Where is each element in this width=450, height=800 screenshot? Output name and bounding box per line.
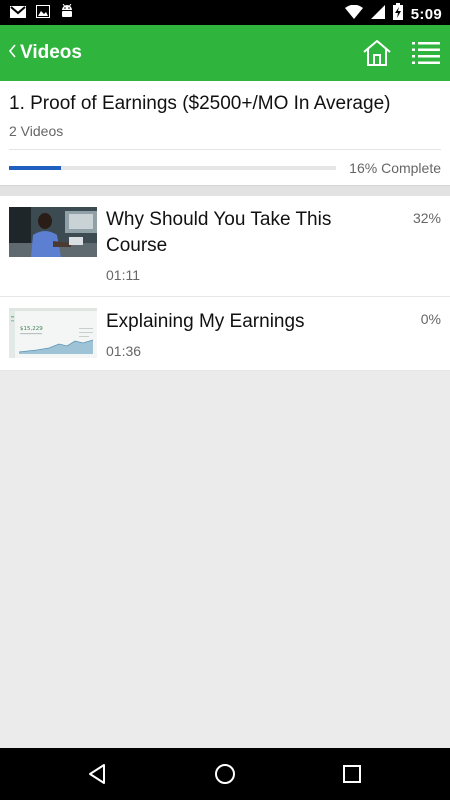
nav-home-button[interactable] bbox=[213, 762, 237, 786]
video-title: Why Should You Take This Course bbox=[106, 209, 332, 256]
video-title: Explaining My Earnings bbox=[106, 311, 305, 332]
gmail-icon bbox=[10, 5, 26, 23]
home-button[interactable] bbox=[362, 39, 392, 67]
video-count: 2 Videos bbox=[9, 123, 64, 139]
section-header: 1. Proof of Earnings ($2500+/MO In Avera… bbox=[0, 81, 450, 185]
progress-fill bbox=[9, 166, 62, 170]
video-duration: 01:36 bbox=[106, 343, 142, 359]
nav-back-button[interactable] bbox=[86, 762, 110, 786]
video-thumbnail bbox=[9, 207, 97, 257]
app-bar: Videos bbox=[0, 25, 450, 81]
home-circle-icon bbox=[213, 764, 237, 790]
recents-square-icon bbox=[340, 765, 364, 790]
thumbnail-text: $15,229 bbox=[20, 326, 43, 332]
battery-charging-icon bbox=[392, 3, 403, 25]
page-title: Videos bbox=[20, 42, 82, 63]
video-list: Why Should You Take This Course 01:11 32… bbox=[0, 196, 450, 371]
chevron-left-icon bbox=[8, 44, 16, 62]
back-triangle-icon bbox=[86, 764, 110, 790]
divider bbox=[0, 185, 450, 196]
system-status-icons: 5:09 bbox=[344, 3, 442, 25]
section-title: 1. Proof of Earnings ($2500+/MO In Avera… bbox=[9, 93, 391, 114]
home-icon bbox=[362, 40, 392, 71]
signal-icon bbox=[370, 4, 385, 24]
progress-label: 16% Complete bbox=[349, 160, 441, 176]
list-item[interactable]: Why Should You Take This Course 01:11 32… bbox=[0, 196, 450, 297]
nav-recents-button[interactable] bbox=[340, 762, 364, 786]
image-icon bbox=[36, 5, 50, 23]
video-progress-percent: 0% bbox=[420, 311, 441, 327]
navigation-bar bbox=[0, 748, 450, 800]
divider bbox=[9, 149, 441, 150]
android-icon bbox=[60, 3, 74, 24]
back-button[interactable]: Videos bbox=[8, 25, 82, 81]
notification-icons bbox=[10, 3, 74, 24]
list-item[interactable]: $15,229 Explaining My Earnings 01:36 0% bbox=[0, 297, 450, 371]
video-progress-percent: 32% bbox=[412, 210, 441, 226]
status-bar: 5:09 bbox=[0, 0, 450, 25]
video-thumbnail: $15,229 bbox=[9, 308, 97, 358]
video-duration: 01:11 bbox=[106, 267, 140, 283]
wifi-icon bbox=[344, 4, 363, 24]
progress-bar bbox=[9, 166, 336, 170]
menu-button[interactable] bbox=[412, 41, 440, 65]
list-menu-icon bbox=[412, 42, 440, 69]
clock: 5:09 bbox=[410, 5, 442, 23]
